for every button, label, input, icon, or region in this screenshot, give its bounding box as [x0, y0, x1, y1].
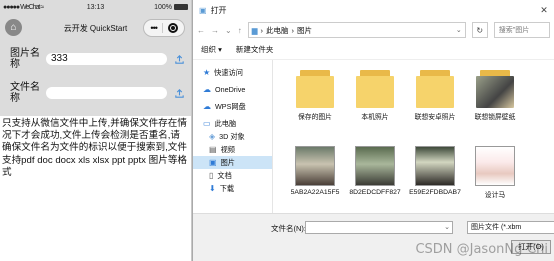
- watermark: CSDN @JasonNg-Chi: [415, 242, 548, 257]
- file-item[interactable]: 保存的图片: [287, 68, 343, 121]
- close-icon[interactable]: ✕: [534, 5, 554, 16]
- cube-icon: ◈: [209, 132, 216, 141]
- nav-item-3d-objects[interactable]: ◈ 3D 对象: [193, 130, 272, 143]
- dialog-toolbar: 组织 ▾ 新建文件夹: [193, 40, 554, 60]
- forward-icon[interactable]: →: [211, 26, 219, 35]
- search-placeholder: 搜索"图片: [498, 27, 530, 34]
- home-icon[interactable]: ⌂: [5, 19, 22, 36]
- form-row-file-name: 文件名称: [0, 76, 191, 110]
- file-item[interactable]: 8D2EDCDFF827: [347, 146, 403, 196]
- close-miniprogram-icon[interactable]: [167, 23, 178, 33]
- filename-input[interactable]: ⌄: [305, 221, 453, 234]
- new-folder-button[interactable]: 新建文件夹: [236, 44, 274, 55]
- nav-item-downloads[interactable]: ⬇ 下载: [193, 182, 272, 195]
- star-icon: ★: [203, 68, 211, 77]
- open-file-dialog: ▣ 打开 ✕ ← → ⌄ ↑ ▆ › 此电脑 › 图片 ⌄ ↻ 搜索"图片 组织…: [192, 0, 554, 261]
- computer-icon: ▭: [203, 119, 211, 128]
- file-name-input[interactable]: [46, 87, 167, 99]
- image-thumbnail: [295, 146, 335, 186]
- breadcrumb-pictures[interactable]: 图片: [297, 25, 312, 36]
- search-input[interactable]: 搜索"图片: [493, 22, 550, 38]
- download-icon: ⬇: [209, 184, 216, 193]
- document-icon: ▯: [209, 171, 214, 180]
- file-grid: 保存的图片 本机照片 联想安卓照片 联想锁屏壁纸 5AB2A22A15F5 8D…: [273, 60, 554, 213]
- dialog-app-icon: ▣: [199, 5, 207, 15]
- upload-icon[interactable]: [173, 87, 185, 99]
- nav-item-documents[interactable]: ▯ 文档: [193, 169, 272, 182]
- image-name-input[interactable]: 333: [46, 53, 167, 65]
- image-thumbnail: [355, 146, 395, 186]
- field-label: 图片名称: [10, 48, 40, 70]
- chevron-down-icon[interactable]: ⌄: [456, 26, 462, 34]
- breadcrumb-this-pc[interactable]: 此电脑: [266, 25, 289, 36]
- cloud-icon: ☁: [203, 85, 211, 94]
- address-bar[interactable]: ▆ › 此电脑 › 图片 ⌄: [247, 22, 466, 38]
- video-icon: ▤: [209, 145, 217, 154]
- back-icon[interactable]: ←: [197, 26, 205, 35]
- filetype-select[interactable]: 图片文件 (*.xbm: [467, 221, 554, 234]
- dialog-body: ★ 快速访问 ☁ OneDrive ☁ WPS网盘 ▭ 此电脑 ◈ 3D 对象 …: [193, 60, 554, 213]
- nav-item-quick-access[interactable]: ★ 快速访问: [193, 66, 272, 79]
- battery-icon: [174, 4, 188, 10]
- status-time: 13:13: [86, 3, 105, 11]
- nav-item-onedrive[interactable]: ☁ OneDrive: [193, 83, 272, 96]
- navigation-pane: ★ 快速访问 ☁ OneDrive ☁ WPS网盘 ▭ 此电脑 ◈ 3D 对象 …: [193, 60, 273, 213]
- file-item[interactable]: E59E2FDBDAB7: [407, 146, 463, 196]
- more-icon[interactable]: •••: [150, 23, 158, 33]
- address-row: ← → ⌄ ↑ ▆ › 此电脑 › 图片 ⌄ ↻ 搜索"图片: [193, 20, 554, 40]
- status-bar: ●●●●● WeChat ≈ 13:13 100%: [0, 0, 191, 14]
- file-item[interactable]: 设计马: [467, 146, 523, 199]
- upload-icon[interactable]: [173, 53, 185, 65]
- image-thumbnail: [475, 146, 515, 186]
- filename-label: 文件名(N):: [271, 224, 306, 233]
- dialog-title: 打开: [210, 5, 227, 15]
- picture-icon: ▣: [209, 158, 217, 167]
- folder-icon: [296, 68, 334, 108]
- file-item[interactable]: 本机照片: [347, 68, 403, 121]
- folder-icon: ▆: [251, 25, 258, 35]
- organize-button[interactable]: 组织 ▾: [201, 44, 222, 55]
- file-item[interactable]: 5AB2A22A15F5: [287, 146, 343, 196]
- mini-program-navbar: ⌂ 云开发 QuickStart •••: [0, 14, 191, 42]
- phone-simulator: ●●●●● WeChat ≈ 13:13 100% ⌂ 云开发 QuickStar…: [0, 0, 192, 261]
- nav-item-wps[interactable]: ☁ WPS网盘: [193, 100, 272, 113]
- capsule-menu: •••: [143, 19, 185, 37]
- refresh-icon[interactable]: ↻: [471, 22, 488, 38]
- image-thumbnail: [415, 146, 455, 186]
- nav-item-pictures[interactable]: ▣ 图片: [193, 156, 272, 169]
- form-row-image-name: 图片名称 333: [0, 42, 191, 76]
- recent-dropdown-icon[interactable]: ⌄: [225, 26, 232, 35]
- chevron-down-icon[interactable]: ⌄: [444, 223, 450, 231]
- file-item[interactable]: 联想锁屏壁纸: [467, 68, 523, 121]
- folder-photo-icon: [476, 68, 514, 108]
- folder-icon: [416, 68, 454, 108]
- file-item[interactable]: 联想安卓照片: [407, 68, 463, 121]
- dialog-titlebar: ▣ 打开 ✕: [193, 0, 554, 20]
- page-title: 云开发 QuickStart: [63, 23, 128, 33]
- screen: ●●●●● WeChat ≈ 13:13 100% ⌂ 云开发 QuickStar…: [0, 0, 554, 261]
- up-icon[interactable]: ↑: [238, 26, 242, 35]
- upload-form: 图片名称 333 文件名称: [0, 42, 191, 116]
- nav-item-this-pc[interactable]: ▭ 此电脑: [193, 117, 272, 130]
- upload-notice: 只支持从微信文件中上传,并确保文件存在情况下才会成功,文件上传会检测是否重名,请…: [2, 118, 188, 178]
- field-label: 文件名称: [10, 82, 40, 104]
- cloud-icon: ☁: [203, 102, 211, 111]
- folder-icon: [356, 68, 394, 108]
- nav-item-videos[interactable]: ▤ 视频: [193, 143, 272, 156]
